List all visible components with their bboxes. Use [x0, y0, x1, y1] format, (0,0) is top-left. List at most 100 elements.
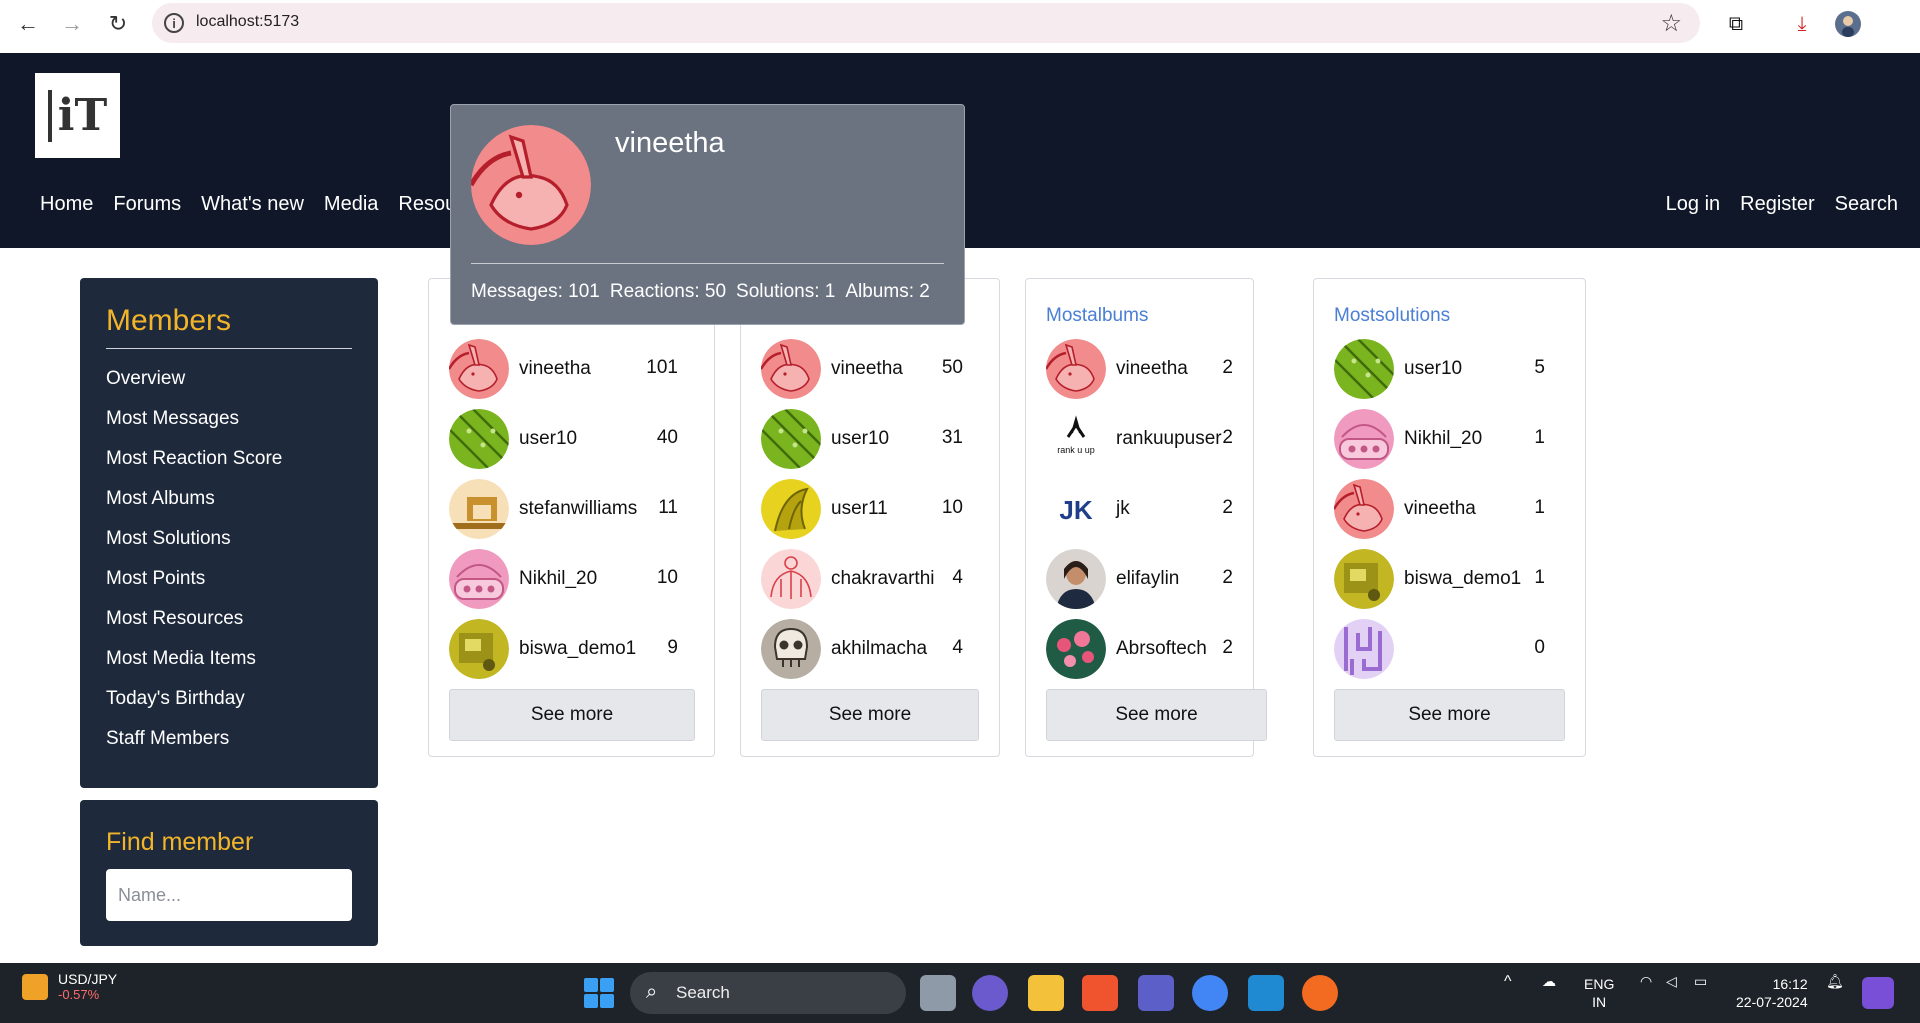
member-name[interactable]: biswa_demo1	[519, 638, 636, 660]
member-name[interactable]: rankuupuser	[1116, 428, 1222, 450]
sidebar-item-most-albums[interactable]: Most Albums	[106, 483, 352, 523]
sidebar-item-overview[interactable]: Overview	[106, 363, 352, 403]
language-code: ENG	[1584, 976, 1615, 992]
tray-chevron-icon[interactable]: ^	[1504, 973, 1512, 991]
postman-icon[interactable]	[1302, 975, 1338, 1011]
see-more-button[interactable]: See more	[1046, 689, 1267, 741]
member-name[interactable]: user11	[831, 498, 888, 520]
sidebar-item-staff-members[interactable]: Staff Members	[106, 723, 352, 763]
chrome-icon[interactable]	[1192, 975, 1228, 1011]
member-avatar[interactable]	[761, 409, 821, 469]
member-row	[1334, 619, 1404, 679]
brave-browser-icon[interactable]	[1082, 975, 1118, 1011]
member-name[interactable]: vineetha	[1116, 358, 1188, 380]
member-avatar[interactable]	[1334, 479, 1394, 539]
sidebar-item-most-solutions[interactable]: Most Solutions	[106, 523, 352, 563]
member-count: 4	[952, 637, 963, 658]
member-name[interactable]: Nikhil_20	[1404, 428, 1482, 450]
sidebar-item-most-reaction-score[interactable]: Most Reaction Score	[106, 443, 352, 483]
member-avatar[interactable]	[761, 619, 821, 679]
windows-start-icon[interactable]	[584, 978, 614, 1008]
member-avatar[interactable]	[761, 479, 821, 539]
member-avatar[interactable]	[761, 339, 821, 399]
member-avatar[interactable]	[1046, 339, 1106, 399]
see-more-button[interactable]: See more	[761, 689, 979, 741]
member-avatar[interactable]	[449, 479, 509, 539]
back-icon[interactable]: ←	[14, 10, 42, 38]
member-avatar[interactable]	[449, 409, 509, 469]
bookmark-star-icon[interactable]: ☆	[1660, 9, 1682, 38]
member-name[interactable]: akhilmacha	[831, 638, 927, 660]
nav-login[interactable]: Log in	[1666, 193, 1721, 216]
volume-icon[interactable]: ◁	[1666, 973, 1677, 990]
notification-bell-icon[interactable]: 🔔︎	[1826, 973, 1844, 990]
reload-icon[interactable]: ↻	[104, 10, 132, 38]
member-avatar[interactable]	[449, 619, 509, 679]
tooltip-name[interactable]: vineetha	[615, 127, 725, 160]
card-title[interactable]: Mostalbums	[1046, 305, 1148, 327]
tooltip-avatar[interactable]	[471, 125, 591, 245]
member-name[interactable]: user10	[831, 428, 889, 450]
sidebar-item-most-points[interactable]: Most Points	[106, 563, 352, 603]
copilot-icon[interactable]	[1862, 977, 1894, 1009]
member-name[interactable]: user10	[1404, 358, 1462, 380]
nav-search[interactable]: Search	[1835, 193, 1898, 216]
profile-avatar[interactable]	[1834, 10, 1862, 38]
find-member-input[interactable]	[106, 869, 352, 921]
member-name[interactable]: Abrsoftech	[1116, 638, 1207, 660]
member-avatar[interactable]	[1334, 409, 1394, 469]
member-avatar[interactable]	[1046, 619, 1106, 679]
taskbar-search[interactable]: ⌕ Search	[630, 972, 906, 1014]
file-explorer-icon[interactable]	[1028, 975, 1064, 1011]
see-more-button[interactable]: See more	[449, 689, 695, 741]
language-indicator[interactable]: ENG IN	[1584, 975, 1614, 1011]
member-name[interactable]: elifaylin	[1116, 568, 1179, 590]
wifi-icon[interactable]: ◠	[1640, 973, 1652, 990]
see-more-button[interactable]: See more	[1334, 689, 1565, 741]
member-name[interactable]: user10	[519, 428, 577, 450]
sidebar-item-most-messages[interactable]: Most Messages	[106, 403, 352, 443]
meet-icon[interactable]	[972, 975, 1008, 1011]
sidebar-item-most-resources[interactable]: Most Resources	[106, 603, 352, 643]
member-name[interactable]: stefanwilliams	[519, 498, 637, 520]
url-text[interactable]: localhost:5173	[196, 13, 299, 31]
onedrive-icon[interactable]: ☁	[1542, 973, 1556, 990]
sidebar-item-todays-birthday[interactable]: Today's Birthday	[106, 683, 352, 723]
member-name[interactable]: chakravarthi	[831, 568, 935, 590]
teams-icon[interactable]	[1138, 975, 1174, 1011]
system-clock[interactable]: 16:12 22-07-2024	[1736, 975, 1808, 1011]
member-name[interactable]: Nikhil_20	[519, 568, 597, 590]
member-avatar[interactable]	[1334, 549, 1394, 609]
stock-ticker-widget[interactable]: USD/JPY -0.57%	[22, 971, 117, 1002]
nav-register[interactable]: Register	[1740, 193, 1814, 216]
member-name[interactable]: vineetha	[519, 358, 591, 380]
nav-whats-new[interactable]: What's new	[201, 193, 304, 216]
extensions-icon[interactable]: ⧉	[1722, 10, 1750, 38]
battery-icon[interactable]: ▭	[1694, 973, 1707, 990]
address-bar[interactable]: i localhost:5173 ☆	[152, 3, 1700, 43]
member-avatar[interactable]	[1334, 619, 1394, 679]
member-avatar[interactable]	[449, 549, 509, 609]
member-avatar[interactable]: rank u up	[1046, 409, 1106, 469]
member-avatar[interactable]	[1046, 549, 1106, 609]
member-name[interactable]: vineetha	[1404, 498, 1476, 520]
nav-media[interactable]: Media	[324, 193, 378, 216]
member-name[interactable]: biswa_demo1	[1404, 568, 1521, 590]
member-name[interactable]: jk	[1116, 498, 1130, 520]
card-title[interactable]: Mostsolutions	[1334, 305, 1450, 327]
sidebar-item-most-media-items[interactable]: Most Media Items	[106, 643, 352, 683]
member-avatar[interactable]: JK	[1046, 479, 1106, 539]
browser-toolbar: ← → ↻ i localhost:5173 ☆ ⧉ ⤓	[0, 0, 1920, 53]
download-icon[interactable]: ⤓	[1788, 10, 1816, 38]
member-avatar[interactable]	[1334, 339, 1394, 399]
task-view-icon[interactable]	[920, 975, 956, 1011]
member-name[interactable]: vineetha	[831, 358, 903, 380]
nav-forums[interactable]: Forums	[113, 193, 181, 216]
member-avatar[interactable]	[761, 549, 821, 609]
vscode-icon[interactable]	[1248, 975, 1284, 1011]
nav-home[interactable]: Home	[40, 193, 93, 216]
forward-icon[interactable]: →	[58, 10, 86, 38]
site-info-icon[interactable]: i	[164, 13, 184, 33]
site-logo[interactable]: iT	[35, 73, 120, 158]
member-avatar[interactable]	[449, 339, 509, 399]
